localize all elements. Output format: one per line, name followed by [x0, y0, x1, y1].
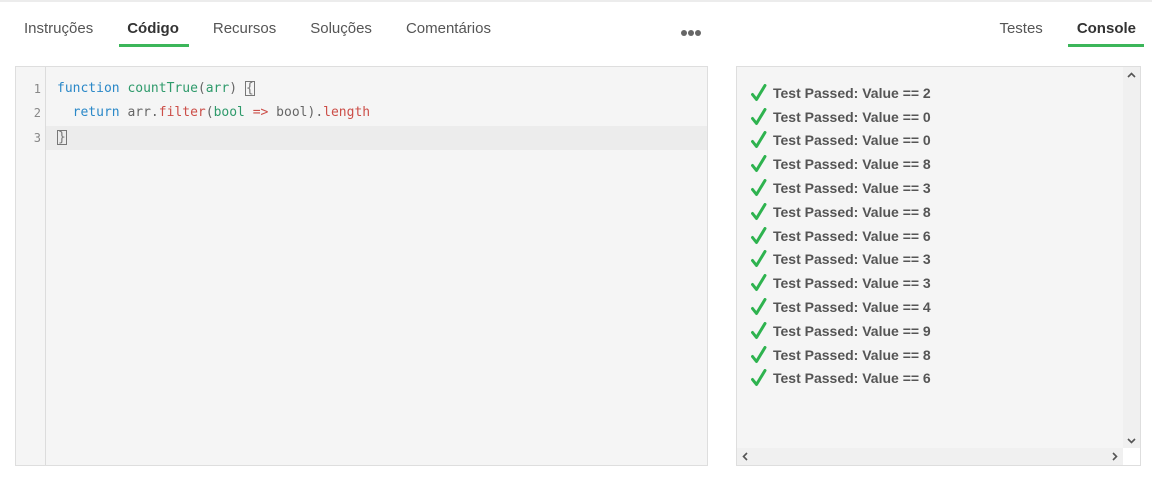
console-output: Test Passed: Value == 2 Test Passed: Valu…	[751, 81, 931, 390]
code-token-paren: (	[197, 81, 206, 96]
check-icon	[751, 321, 767, 340]
tab-codigo[interactable]: Código	[119, 18, 189, 47]
code-token-indent	[57, 105, 73, 120]
check-icon	[751, 179, 767, 197]
check-icon	[751, 107, 767, 126]
console-result-text: Test Passed: Value == 8	[773, 203, 931, 220]
console-result-item: Test Passed: Value == 0	[751, 129, 931, 153]
tab-solucoes[interactable]: Soluções	[310, 18, 372, 47]
console-result-text: Test Passed: Value == 3	[773, 275, 931, 292]
console-result-item: Test Passed: Value == 8	[751, 200, 931, 224]
tab-bar-right: Testes Console	[965, 18, 1145, 47]
more-dots-icon-svg	[681, 30, 701, 36]
console-result-text: Test Passed: Value == 3	[773, 251, 931, 268]
console-result-text: Test Passed: Value == 2	[773, 84, 931, 101]
console-result-text: Test Passed: Value == 8	[773, 346, 931, 363]
console-result-item: Test Passed: Value == 6	[751, 367, 931, 391]
code-token-paren: (	[205, 105, 214, 120]
console-result-item: Test Passed: Value == 6	[751, 224, 931, 248]
check-icon	[751, 274, 767, 292]
check-icon	[751, 155, 767, 173]
console-result-text: Test Passed: Value == 9	[773, 322, 931, 339]
vertical-scrollbar[interactable]	[1123, 67, 1140, 449]
console-result-text: Test Passed: Value == 6	[773, 227, 931, 244]
code-token-brace-matched: }	[57, 130, 67, 145]
console-result-text: Test Passed: Value == 4	[773, 299, 931, 316]
tab-instrucoes[interactable]: Instruções	[24, 18, 93, 47]
code-token-property: length	[323, 105, 371, 120]
console-result-item: Test Passed: Value == 9	[751, 319, 931, 343]
console-result-text: Test Passed: Value == 6	[773, 370, 931, 387]
tab-comentarios[interactable]: Comentários	[406, 18, 491, 47]
scrollbar-corner	[1123, 448, 1140, 465]
console-result-item: Test Passed: Value == 8	[751, 152, 931, 176]
console-result-item: Test Passed: Value == 3	[751, 176, 931, 200]
check-icon	[751, 202, 767, 221]
scroll-down-arrow-icon[interactable]	[1123, 433, 1140, 449]
console-result-text: Test Passed: Value == 0	[773, 108, 931, 125]
line-number: 2	[33, 106, 41, 120]
tab-testes[interactable]: Testes	[999, 18, 1042, 47]
code-token-method: filter	[158, 105, 206, 120]
console-result-text: Test Passed: Value == 0	[773, 132, 931, 149]
console-result-text: Test Passed: Value == 3	[773, 180, 931, 197]
console-result-item: Test Passed: Value == 3	[751, 248, 931, 272]
code-editor[interactable]: 1 2 3 function countTrue(arr) { return a…	[15, 66, 708, 466]
console-result-item: Test Passed: Value == 3	[751, 271, 931, 295]
check-icon	[751, 131, 767, 149]
check-icon	[751, 369, 767, 387]
tab-console[interactable]: Console	[1067, 18, 1145, 47]
console-result-text: Test Passed: Value == 8	[773, 156, 931, 173]
console-result-item: Test Passed: Value == 0	[751, 105, 931, 129]
top-border	[0, 0, 1152, 2]
code-token-object: arr.	[119, 105, 159, 120]
tab-bar-left: Instruções Código Recursos Soluções Come…	[24, 18, 525, 47]
code-token-parameter: bool	[213, 105, 245, 120]
check-icon	[751, 345, 767, 364]
console-result-item: Test Passed: Value == 4	[751, 295, 931, 319]
code-token-brace-matched: {	[244, 81, 255, 96]
line-number: 1	[33, 82, 41, 96]
code-line-current[interactable]: }	[46, 126, 707, 150]
more-dots-icon[interactable]	[680, 24, 702, 38]
code-token-body: bool).	[268, 105, 324, 120]
check-icon	[751, 226, 767, 245]
scroll-up-arrow-icon[interactable]	[1123, 67, 1140, 83]
code-line[interactable]: return arr.filter(bool => bool).length	[57, 101, 707, 125]
tab-recursos[interactable]: Recursos	[213, 18, 276, 47]
code-token-arrow: =>	[252, 105, 269, 120]
check-icon	[751, 83, 767, 102]
code-token-paren: )	[229, 81, 245, 96]
horizontal-scrollbar[interactable]	[737, 448, 1123, 465]
line-number-gutter: 1 2 3	[16, 67, 46, 465]
code-token-argument: arr	[205, 81, 230, 96]
code-token-keyword: function	[57, 81, 120, 96]
check-icon	[751, 298, 767, 316]
console-panel[interactable]: Test Passed: Value == 2 Test Passed: Valu…	[736, 66, 1141, 466]
console-result-item: Test Passed: Value == 8	[751, 343, 931, 367]
scroll-right-arrow-icon[interactable]	[1107, 448, 1123, 465]
code-token-function-name: countTrue	[127, 81, 198, 96]
code-line[interactable]: function countTrue(arr) {	[57, 77, 707, 101]
scroll-left-arrow-icon[interactable]	[737, 448, 753, 465]
check-icon	[751, 250, 767, 268]
code-token-keyword: return	[72, 105, 120, 120]
line-number: 3	[33, 131, 41, 145]
console-result-item: Test Passed: Value == 2	[751, 81, 931, 105]
